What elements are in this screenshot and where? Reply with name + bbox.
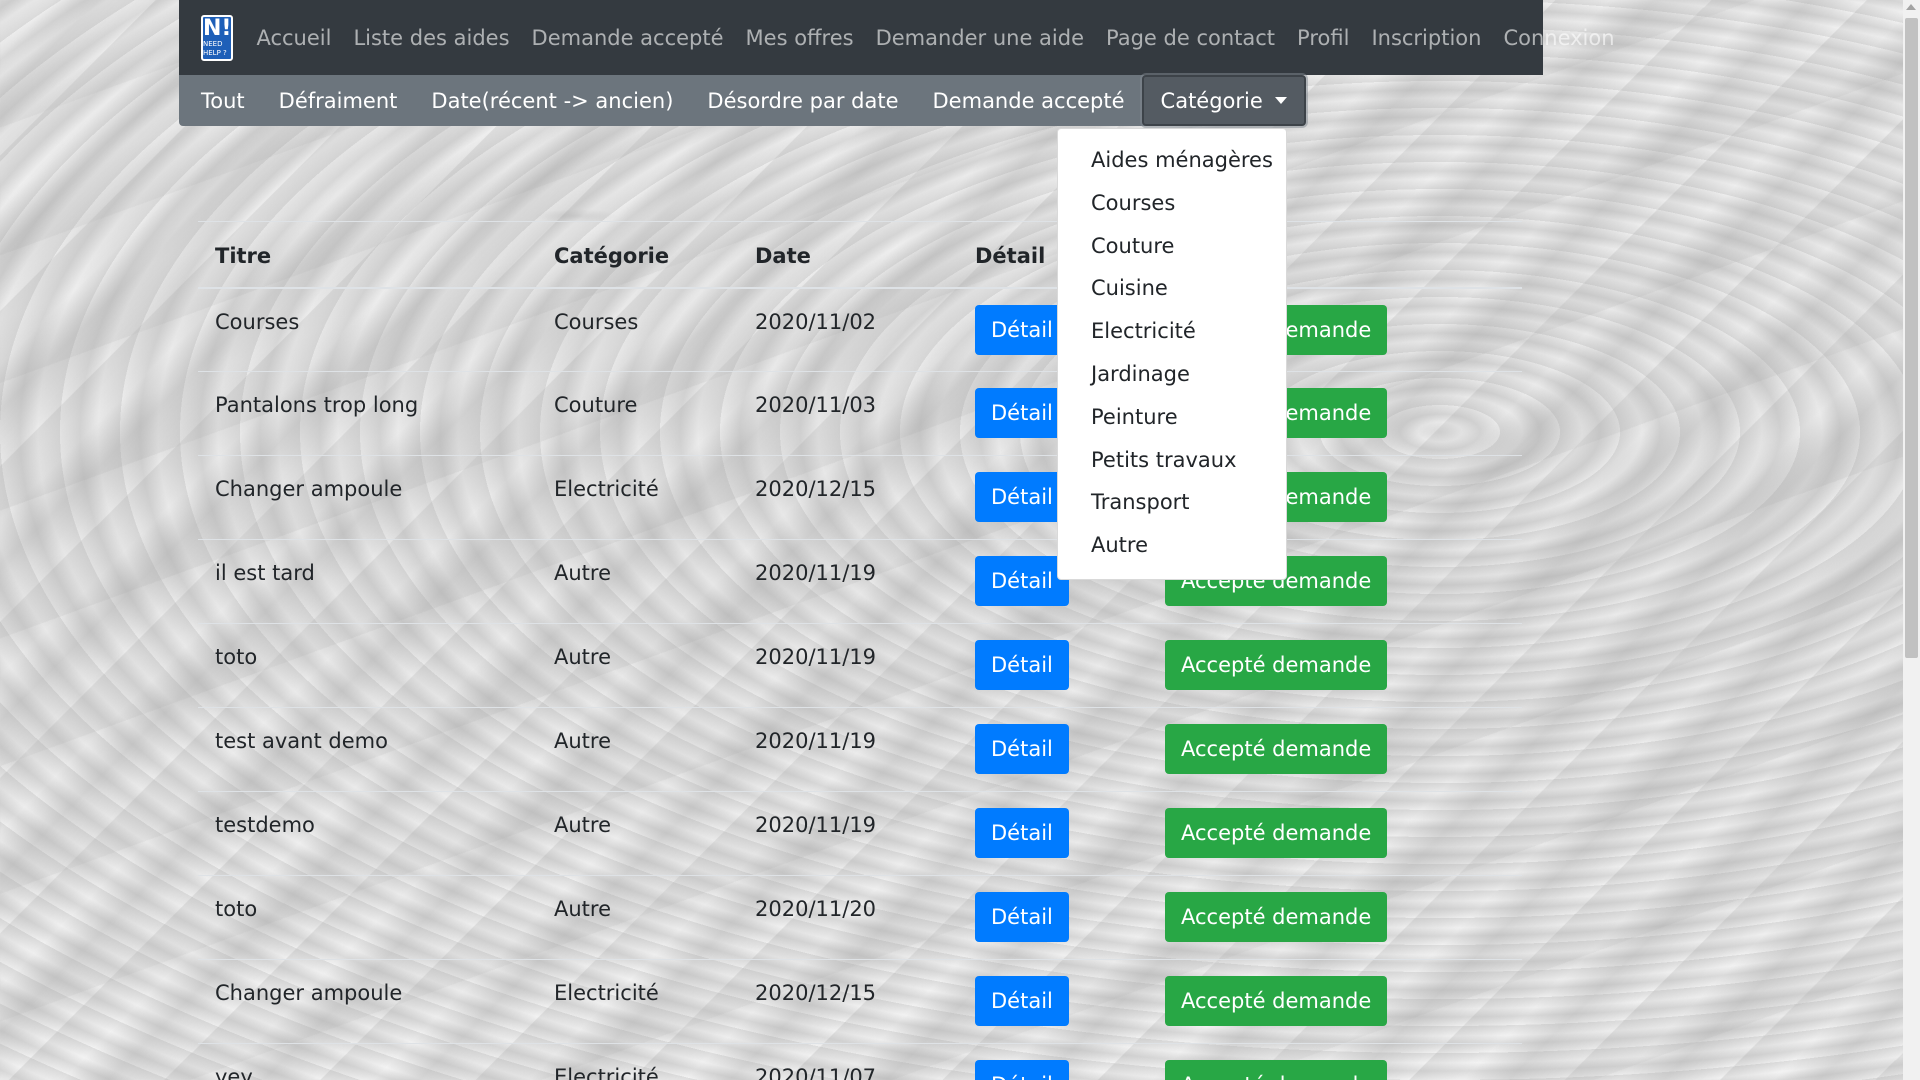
detail-button[interactable]: Détail [975,1060,1069,1080]
nav-connexion[interactable]: Connexion [1492,26,1625,50]
cell-categorie: Courses [537,287,738,372]
aides-table: Titre Catégorie Date Détail Courses Cour… [198,221,1522,1080]
cell-categorie: Electricité [537,455,738,540]
cell-categorie: Autre [537,875,738,960]
nav-accueil[interactable]: Accueil [245,26,342,50]
cell-date: 2020/11/19 [738,623,958,708]
cell-categorie: Electricité [537,959,738,1044]
scrollbar-thumb[interactable] [1905,18,1918,658]
cell-categorie: Autre [537,623,738,708]
table-row: test avant demo Autre 2020/11/19 Détail … [198,707,1522,792]
cell-date: 2020/11/20 [738,875,958,960]
cell-titre: Changer ampoule [198,959,537,1044]
filter-bar: Tout Défraiment Date(récent -> ancien) D… [179,75,1306,126]
accept-demande-button[interactable]: Accepté demande [1165,976,1388,1026]
table-row: testdemo Autre 2020/11/19 Détail Accepté… [198,791,1522,876]
cell-categorie: Couture [537,371,738,456]
cell-date: 2020/11/02 [738,287,958,372]
cell-titre: Changer ampoule [198,455,537,540]
header-categorie: Catégorie [537,221,738,289]
table-row: il est tard Autre 2020/11/19 Détail Acce… [198,539,1522,624]
caret-down-icon [1274,97,1287,104]
filter-demande-accepte[interactable]: Demande accepté [916,75,1142,126]
table-row: toto Autre 2020/11/19 Détail Accepté dem… [198,623,1522,708]
accept-demande-button[interactable]: Accepté demande [1165,640,1388,690]
filter-defraiment[interactable]: Défraiment [262,75,415,126]
cell-date: 2020/11/19 [738,539,958,624]
cell-categorie: Autre [537,707,738,792]
top-navbar: N! NEED HELP ? Accueil Liste des aides D… [179,0,1615,75]
category-item-transport[interactable]: Transport [1058,481,1286,524]
detail-button[interactable]: Détail [975,892,1069,942]
table-row: Changer ampoule Electricité 2020/12/15 D… [198,455,1522,540]
cell-titre: yey [198,1043,537,1080]
nav-profil[interactable]: Profil [1286,26,1360,50]
cell-date: 2020/11/19 [738,707,958,792]
cell-titre: testdemo [198,791,537,876]
detail-button[interactable]: Détail [975,808,1069,858]
nav-demander-une-aide[interactable]: Demander une aide [865,26,1095,50]
nav-inscription[interactable]: Inscription [1360,26,1492,50]
cell-titre: il est tard [198,539,537,624]
detail-button[interactable]: Détail [975,724,1069,774]
category-item-aides-menageres[interactable]: Aides ménagères [1058,139,1286,182]
nav-liste-des-aides[interactable]: Liste des aides [342,26,520,50]
nav-page-de-contact[interactable]: Page de contact [1095,26,1286,50]
table-row: Changer ampoule Electricité 2020/12/15 D… [198,959,1522,1044]
table-header-row: Titre Catégorie Date Détail [198,221,1522,289]
table-row: Pantalons trop long Couture 2020/11/03 D… [198,371,1522,456]
table-row: Courses Courses 2020/11/02 Détail Accept… [198,287,1522,372]
detail-button[interactable]: Détail [975,556,1069,606]
cell-categorie: Autre [537,791,738,876]
nav-demande-accepte[interactable]: Demande accepté [521,26,735,50]
detail-button[interactable]: Détail [975,640,1069,690]
cell-date: 2020/12/15 [738,959,958,1044]
cell-titre: Pantalons trop long [198,371,537,456]
accept-demande-button[interactable]: Accepté demande [1165,808,1388,858]
cell-date: 2020/11/19 [738,791,958,876]
cell-titre: toto [198,875,537,960]
category-dropdown-toggle[interactable]: Catégorie [1141,75,1306,126]
detail-button[interactable]: Détail [975,388,1069,438]
header-titre: Titre [198,221,537,289]
category-item-cuisine[interactable]: Cuisine [1058,267,1286,310]
cell-titre: Courses [198,287,537,372]
category-item-electricite[interactable]: Electricité [1058,310,1286,353]
category-item-jardinage[interactable]: Jardinage [1058,353,1286,396]
cell-date: 2020/12/15 [738,455,958,540]
category-item-courses[interactable]: Courses [1058,182,1286,225]
accept-demande-button[interactable]: Accepté demande [1165,1060,1388,1080]
table-row: yey Electricité 2020/11/07 Détail Accept… [198,1043,1522,1080]
cell-titre: toto [198,623,537,708]
accept-demande-button[interactable]: Accepté demande [1165,892,1388,942]
cell-date: 2020/11/07 [738,1043,958,1080]
vertical-scrollbar[interactable] [1903,0,1920,1080]
category-dropdown-menu: Aides ménagères Courses Couture Cuisine … [1057,128,1287,580]
category-item-autre[interactable]: Autre [1058,524,1286,567]
nav-mes-offres[interactable]: Mes offres [735,26,865,50]
category-item-peinture[interactable]: Peinture [1058,396,1286,439]
detail-button[interactable]: Détail [975,304,1069,355]
scroll-up-arrow-icon[interactable] [1906,4,1916,10]
category-item-couture[interactable]: Couture [1058,225,1286,268]
cell-categorie: Autre [537,539,738,624]
category-dropdown-label: Catégorie [1160,88,1263,113]
cell-date: 2020/11/03 [738,371,958,456]
cell-titre: test avant demo [198,707,537,792]
detail-button[interactable]: Détail [975,976,1069,1026]
table-row: toto Autre 2020/11/20 Détail Accepté dem… [198,875,1522,960]
filter-desordre-par-date[interactable]: Désordre par date [690,75,915,126]
need-help-logo[interactable]: N! NEED HELP ? [201,14,234,61]
cell-categorie: Electricité [537,1043,738,1080]
filter-date-recent-ancien[interactable]: Date(récent -> ancien) [414,75,690,126]
detail-button[interactable]: Détail [975,472,1069,522]
header-date: Date [738,221,958,289]
accept-demande-button[interactable]: Accepté demande [1165,724,1388,774]
aides-table-container: Titre Catégorie Date Détail Courses Cour… [198,221,1522,1080]
filter-tout[interactable]: Tout [184,75,262,126]
category-item-petits-travaux[interactable]: Petits travaux [1058,439,1286,482]
